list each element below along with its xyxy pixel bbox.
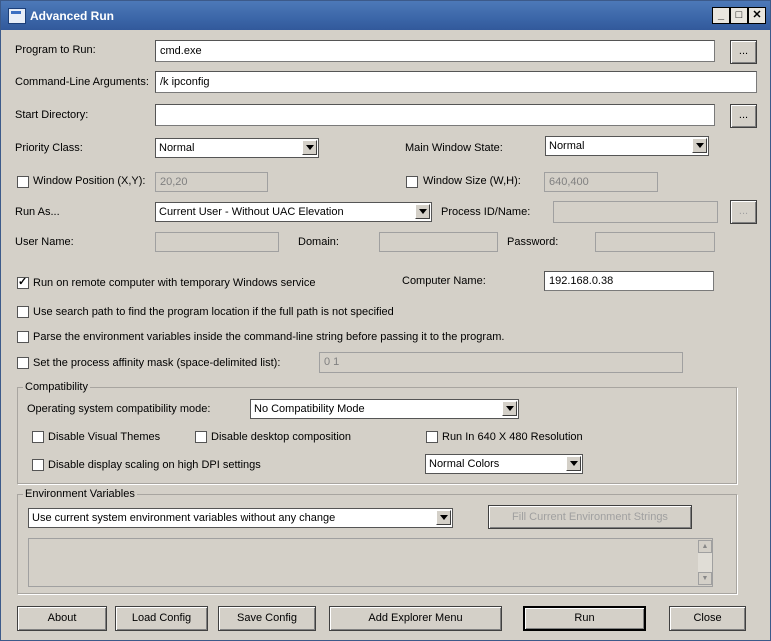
main-window-value: Normal [549, 140, 585, 152]
program-input[interactable]: cmd.exe [155, 40, 715, 62]
password-input[interactable] [595, 232, 715, 252]
chevron-down-icon [302, 140, 317, 155]
winpos-label: Window Position (X,Y): [33, 175, 146, 187]
desktop-checkbox[interactable] [195, 431, 207, 443]
affinity-input[interactable]: 0 1 [319, 352, 683, 373]
startdir-input[interactable] [155, 104, 715, 126]
scroll-up-icon[interactable]: ▲ [698, 540, 712, 553]
env-scrollbar[interactable]: ▲ ▼ [698, 540, 712, 585]
remote-label: Run on remote computer with temporary Wi… [33, 277, 316, 289]
username-label: User Name: [15, 236, 74, 248]
chevron-down-icon [436, 510, 451, 525]
add-explorer-menu-button[interactable]: Add Explorer Menu [329, 606, 502, 631]
minimize-button[interactable]: _ [712, 7, 730, 24]
dpi-label: Disable display scaling on high DPI sett… [48, 459, 261, 471]
winsize-checkbox[interactable] [406, 176, 418, 188]
environment-title: Environment Variables [23, 488, 137, 500]
domain-input[interactable] [379, 232, 498, 252]
password-label: Password: [507, 236, 559, 248]
affinity-label: Set the process affinity mask (space-del… [33, 357, 281, 369]
compat-mode-label: Operating system compatibility mode: [27, 403, 211, 415]
compatibility-title: Compatibility [23, 381, 90, 393]
run-button[interactable]: Run [523, 606, 646, 631]
startdir-label: Start Directory: [15, 109, 89, 121]
runas-value: Current User - Without UAC Elevation [159, 206, 344, 218]
themes-checkbox[interactable] [32, 431, 44, 443]
compat-mode-value: No Compatibility Mode [254, 403, 365, 415]
parseenv-label: Parse the environment variables inside t… [33, 331, 505, 343]
winpos-input[interactable]: 20,20 [155, 172, 268, 192]
browse-startdir-button[interactable]: ... [730, 104, 757, 128]
affinity-checkbox[interactable] [17, 357, 29, 369]
computer-name-label: Computer Name: [402, 275, 486, 287]
fill-env-button[interactable]: Fill Current Environment Strings [488, 505, 692, 529]
env-mode-select[interactable]: Use current system environment variables… [28, 508, 453, 528]
pid-label: Process ID/Name: [441, 206, 531, 218]
res640-checkbox[interactable] [426, 431, 438, 443]
desktop-label: Disable desktop composition [211, 431, 352, 443]
env-mode-value: Use current system environment variables… [32, 512, 336, 524]
winsize-input[interactable]: 640,400 [544, 172, 658, 192]
close-window-button[interactable]: ✕ [748, 7, 766, 24]
searchpath-label: Use search path to find the program loca… [33, 306, 394, 318]
main-window-label: Main Window State: [405, 142, 503, 154]
res640-label: Run In 640 X 480 Resolution [442, 431, 583, 443]
window-title: Advanced Run [30, 9, 115, 23]
chevron-down-icon [502, 401, 517, 416]
runas-label: Run As... [15, 206, 60, 218]
program-label: Program to Run: [15, 44, 96, 56]
app-icon [8, 8, 26, 24]
priority-select[interactable]: Normal [155, 138, 319, 158]
domain-label: Domain: [298, 236, 339, 248]
pid-input[interactable] [553, 201, 718, 223]
main-window-select[interactable]: Normal [545, 136, 709, 156]
priority-label: Priority Class: [15, 142, 83, 154]
chevron-down-icon [415, 204, 430, 219]
runas-select[interactable]: Current User - Without UAC Elevation [155, 202, 432, 222]
winsize-label: Window Size (W,H): [423, 175, 521, 187]
remote-checkbox[interactable] [17, 275, 29, 289]
advanced-run-window: Advanced Run _ □ ✕ Program to Run: cmd.e… [0, 0, 771, 641]
computer-name-input[interactable]: 192.168.0.38 [544, 271, 714, 291]
winpos-checkbox[interactable] [17, 176, 29, 188]
title-bar[interactable]: Advanced Run _ □ ✕ [1, 1, 770, 30]
maximize-button[interactable]: □ [730, 7, 748, 24]
themes-label: Disable Visual Themes [48, 431, 161, 443]
dpi-checkbox[interactable] [32, 459, 44, 471]
args-label: Command-Line Arguments: [15, 76, 149, 88]
priority-value: Normal [159, 142, 195, 154]
save-config-button[interactable]: Save Config [218, 606, 316, 631]
username-input[interactable] [155, 232, 279, 252]
close-button[interactable]: Close [669, 606, 746, 631]
chevron-down-icon [566, 456, 581, 471]
scroll-down-icon[interactable]: ▼ [698, 572, 712, 585]
chevron-down-icon [692, 138, 707, 153]
parseenv-checkbox[interactable] [17, 331, 29, 343]
about-button[interactable]: About [17, 606, 107, 631]
env-textarea[interactable] [28, 538, 713, 587]
browse-process-button[interactable]: ... [730, 200, 757, 224]
searchpath-checkbox[interactable] [17, 306, 29, 318]
args-input[interactable]: /k ipconfig [155, 71, 757, 93]
colors-value: Normal Colors [429, 458, 500, 470]
compat-mode-select[interactable]: No Compatibility Mode [250, 399, 519, 419]
colors-select[interactable]: Normal Colors [425, 454, 583, 474]
browse-program-button[interactable]: ... [730, 40, 757, 64]
load-config-button[interactable]: Load Config [115, 606, 208, 631]
